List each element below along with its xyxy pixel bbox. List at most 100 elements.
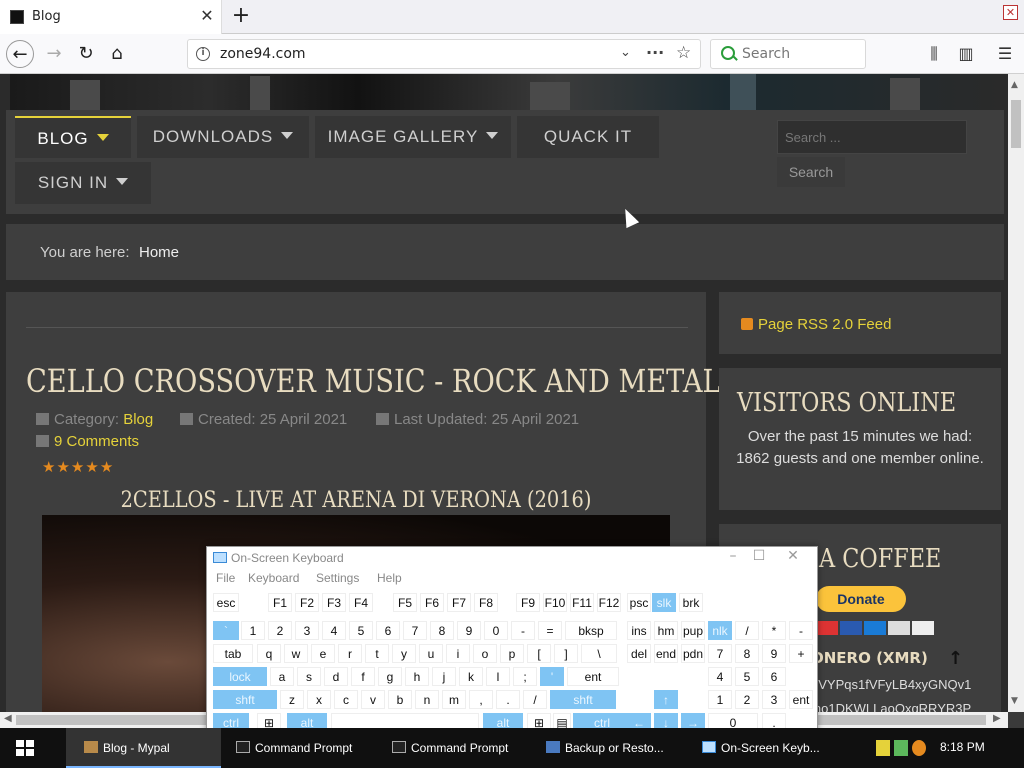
- osk-menu-keyboard[interactable]: Keyboard: [248, 571, 299, 585]
- osk-key[interactable]: a: [270, 667, 294, 686]
- osk-key[interactable]: 2: [268, 621, 292, 640]
- osk-key[interactable]: 6: [762, 667, 786, 686]
- osk-key[interactable]: e: [311, 644, 335, 663]
- osk-key[interactable]: `: [213, 621, 239, 640]
- osk-key[interactable]: 8: [430, 621, 454, 640]
- donate-button[interactable]: Donate: [816, 586, 906, 612]
- new-tab-button[interactable]: +: [229, 3, 253, 29]
- osk-key[interactable]: ;: [513, 667, 537, 686]
- osk-key[interactable]: -: [511, 621, 535, 640]
- address-bar[interactable]: i zone94.com ⌄ ··· ☆: [187, 39, 701, 69]
- osk-key[interactable]: esc: [213, 593, 239, 612]
- osk-key[interactable]: end: [654, 644, 678, 663]
- osk-key[interactable]: F3: [322, 593, 346, 612]
- osk-key[interactable]: shft: [550, 690, 616, 709]
- menu-item-quack-it[interactable]: QUACK IT: [517, 116, 659, 158]
- osk-key[interactable]: z: [280, 690, 304, 709]
- osk-key[interactable]: 5: [349, 621, 373, 640]
- osk-key[interactable]: bksp: [565, 621, 617, 640]
- osk-key[interactable]: [: [527, 644, 551, 663]
- osk-key[interactable]: /: [735, 621, 759, 640]
- category-link[interactable]: Blog: [123, 411, 153, 428]
- osk-key[interactable]: 1: [708, 690, 732, 709]
- osk-key[interactable]: lock: [213, 667, 267, 686]
- osk-key[interactable]: 7: [403, 621, 427, 640]
- osk-key[interactable]: c: [334, 690, 358, 709]
- osk-key[interactable]: t: [365, 644, 389, 663]
- sidebar-icon[interactable]: ▥: [954, 42, 978, 66]
- network-icon[interactable]: [894, 740, 908, 756]
- osk-key[interactable]: n: [415, 690, 439, 709]
- osk-key[interactable]: 0: [484, 621, 508, 640]
- window-close-button[interactable]: ✕: [1003, 5, 1018, 20]
- osk-key[interactable]: 5: [735, 667, 759, 686]
- osk-key[interactable]: F5: [393, 593, 417, 612]
- osk-key[interactable]: +: [789, 644, 813, 663]
- osk-key[interactable]: =: [538, 621, 562, 640]
- reload-button[interactable]: ↻: [72, 40, 100, 68]
- chevron-down-icon[interactable]: ⌄: [620, 45, 631, 60]
- osk-title-bar[interactable]: On-Screen Keyboard – ☐ ✕: [207, 547, 817, 569]
- close-tab-icon[interactable]: ✕: [198, 6, 216, 26]
- osk-key[interactable]: f: [351, 667, 375, 686]
- osk-key[interactable]: 4: [708, 667, 732, 686]
- osk-key[interactable]: 9: [762, 644, 786, 663]
- osk-key[interactable]: g: [378, 667, 402, 686]
- osk-key[interactable]: F1: [268, 593, 292, 612]
- osk-key[interactable]: p: [500, 644, 524, 663]
- osk-key[interactable]: 9: [457, 621, 481, 640]
- osk-key[interactable]: s: [297, 667, 321, 686]
- osk-key[interactable]: .: [496, 690, 520, 709]
- osk-key[interactable]: psc: [627, 593, 651, 612]
- osk-key[interactable]: k: [459, 667, 483, 686]
- osk-menu-help[interactable]: Help: [377, 571, 402, 585]
- osk-key[interactable]: pup: [681, 621, 705, 640]
- osk-key[interactable]: d: [324, 667, 348, 686]
- taskbar-item[interactable]: Backup or Resto...: [538, 728, 688, 768]
- osk-key[interactable]: F7: [447, 593, 471, 612]
- osk-key[interactable]: h: [405, 667, 429, 686]
- breadcrumb-home-link[interactable]: Home: [139, 244, 179, 261]
- osk-key[interactable]: pdn: [681, 644, 705, 663]
- osk-key[interactable]: del: [627, 644, 651, 663]
- osk-key[interactable]: u: [419, 644, 443, 663]
- osk-key[interactable]: w: [284, 644, 308, 663]
- osk-key[interactable]: 7: [708, 644, 732, 663]
- osk-key[interactable]: y: [392, 644, 416, 663]
- osk-key[interactable]: 3: [295, 621, 319, 640]
- osk-key[interactable]: F9: [516, 593, 540, 612]
- site-info-icon[interactable]: i: [196, 47, 210, 61]
- taskbar-item[interactable]: Command Prompt: [226, 728, 376, 768]
- site-search-input[interactable]: Search ...: [777, 120, 967, 154]
- osk-key[interactable]: ]: [554, 644, 578, 663]
- osk-menu-settings[interactable]: Settings: [316, 571, 359, 585]
- osk-key[interactable]: F8: [474, 593, 498, 612]
- osk-key[interactable]: F2: [295, 593, 319, 612]
- menu-item-image-gallery[interactable]: IMAGE GALLERY: [315, 116, 511, 158]
- clock[interactable]: 8:18 PM: [940, 740, 985, 754]
- osk-key[interactable]: F12: [597, 593, 621, 612]
- osk-key[interactable]: /: [523, 690, 547, 709]
- osk-key[interactable]: ': [540, 667, 564, 686]
- osk-key[interactable]: b: [388, 690, 412, 709]
- osk-key[interactable]: q: [257, 644, 281, 663]
- osk-key[interactable]: x: [307, 690, 331, 709]
- osk-key[interactable]: slk: [652, 593, 676, 612]
- taskbar-item[interactable]: On-Screen Keyb...: [694, 728, 844, 768]
- vertical-scrollbar[interactable]: ▲ ▼: [1008, 74, 1024, 712]
- article-title[interactable]: CELLO CROSSOVER MUSIC - ROCK AND METAL: [26, 362, 721, 400]
- osk-key[interactable]: hm: [654, 621, 678, 640]
- rss-feed-link[interactable]: Page RSS 2.0 Feed: [741, 316, 891, 333]
- osk-key[interactable]: 8: [735, 644, 759, 663]
- menu-icon[interactable]: ☰: [993, 42, 1017, 66]
- bookmark-star-icon[interactable]: ☆: [676, 43, 691, 63]
- scroll-down-icon[interactable]: ▼: [1011, 696, 1018, 706]
- url-text[interactable]: zone94.com: [220, 46, 306, 62]
- osk-key[interactable]: ,: [469, 690, 493, 709]
- taskbar-item[interactable]: Blog - Mypal: [66, 728, 221, 768]
- osk-key[interactable]: m: [442, 690, 466, 709]
- page-actions-icon[interactable]: ···: [646, 43, 664, 62]
- back-button[interactable]: ←: [6, 40, 34, 68]
- osk-key[interactable]: ent: [567, 667, 619, 686]
- osk-key[interactable]: brk: [679, 593, 703, 612]
